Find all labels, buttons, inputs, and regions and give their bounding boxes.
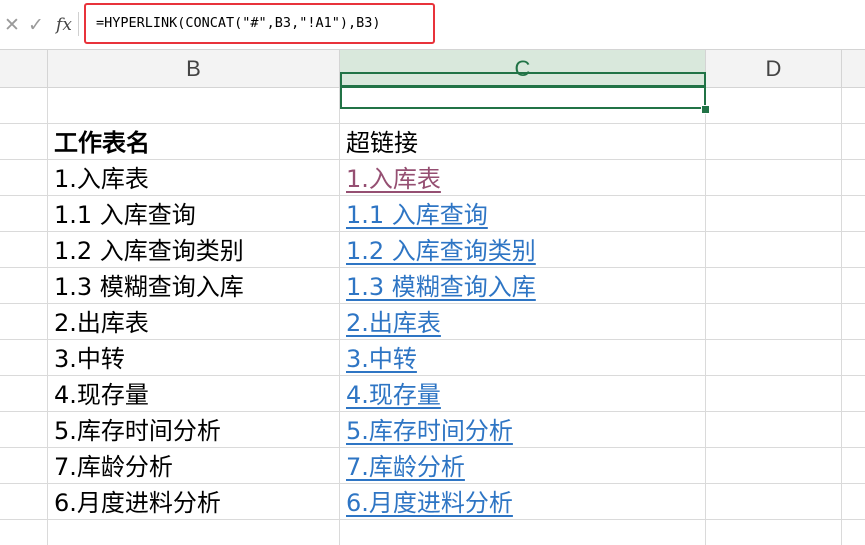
column-header-c[interactable]: C [340, 50, 706, 88]
hyperlink-cell[interactable]: 5.库存时间分析 [346, 412, 701, 448]
sheet-name-cell[interactable]: 4.现存量 [54, 376, 339, 412]
cell-c2[interactable]: 超链接 [346, 124, 701, 160]
table-row-header: 工作表名 超链接 [0, 124, 865, 160]
table-row: 1.1 入库查询 1.1 入库查询 [0, 196, 865, 232]
sheet-name-cell[interactable]: 3.中转 [54, 340, 339, 376]
hyperlink-cell[interactable]: 6.月度进料分析 [346, 484, 701, 520]
sheet-name-cell[interactable]: 1.2 入库查询类别 [54, 232, 339, 268]
hyperlink-cell[interactable]: 4.现存量 [346, 376, 701, 412]
sheet-name-cell[interactable]: 6.月度进料分析 [54, 484, 339, 520]
hyperlink-cell[interactable]: 1.3 模糊查询入库 [346, 268, 701, 304]
formula-input[interactable]: =HYPERLINK(CONCAT("#",B3,"!A1"),B3) [84, 3, 435, 44]
worksheet-grid: 工作表名 超链接 1.入库表 1.入库表 1.1 入库查询 1.1 入库查询 1.2 入… [0, 88, 865, 545]
sheet-name-cell[interactable]: 2.出库表 [54, 304, 339, 340]
table-row-empty [0, 88, 865, 124]
formula-bar-divider [78, 12, 79, 36]
column-header-a-partial[interactable] [0, 50, 48, 87]
hyperlink-cell[interactable]: 1.1 入库查询 [346, 196, 701, 232]
sheet-name-cell[interactable]: 5.库存时间分析 [54, 412, 339, 448]
hyperlink-cell[interactable]: 1.2 入库查询类别 [346, 232, 701, 268]
table-row: 6.月度进料分析 6.月度进料分析 [0, 484, 865, 520]
table-row: 5.库存时间分析 5.库存时间分析 [0, 412, 865, 448]
hyperlink-cell[interactable]: 7.库龄分析 [346, 448, 701, 484]
table-row: 3.中转 3.中转 [0, 340, 865, 376]
fill-handle[interactable] [701, 105, 710, 114]
sheet-name-cell[interactable]: 1.3 模糊查询入库 [54, 268, 339, 304]
sheet-name-cell[interactable]: 7.库龄分析 [54, 448, 339, 484]
table-row: 4.现存量 4.现存量 [0, 376, 865, 412]
cancel-icon[interactable]: ✕ [2, 10, 22, 40]
cell-b2[interactable]: 工作表名 [54, 124, 339, 160]
table-row: 1.3 模糊查询入库 1.3 模糊查询入库 [0, 268, 865, 304]
hyperlink-cell[interactable]: 2.出库表 [346, 304, 701, 340]
column-header-d[interactable]: D [706, 50, 842, 87]
column-header-row: B C D [0, 50, 865, 88]
table-row: 7.库龄分析 7.库龄分析 [0, 448, 865, 484]
hyperlink-cell[interactable]: 1.入库表 [346, 160, 701, 196]
table-row: 2.出库表 2.出库表 [0, 304, 865, 340]
sheet-name-cell[interactable]: 1.入库表 [54, 160, 339, 196]
enter-icon[interactable]: ✓ [26, 10, 46, 40]
sheet-name-cell[interactable]: 1.1 入库查询 [54, 196, 339, 232]
table-row: 1.入库表 1.入库表 [0, 160, 865, 196]
table-row: 1.2 入库查询类别 1.2 入库查询类别 [0, 232, 865, 268]
formula-bar: ✕ ✓ fx =HYPERLINK(CONCAT("#",B3,"!A1"),B… [0, 0, 865, 50]
hyperlink-cell[interactable]: 3.中转 [346, 340, 701, 376]
column-header-e-partial[interactable] [842, 50, 865, 87]
column-header-b[interactable]: B [48, 50, 340, 87]
insert-function-icon[interactable]: fx [52, 10, 76, 40]
